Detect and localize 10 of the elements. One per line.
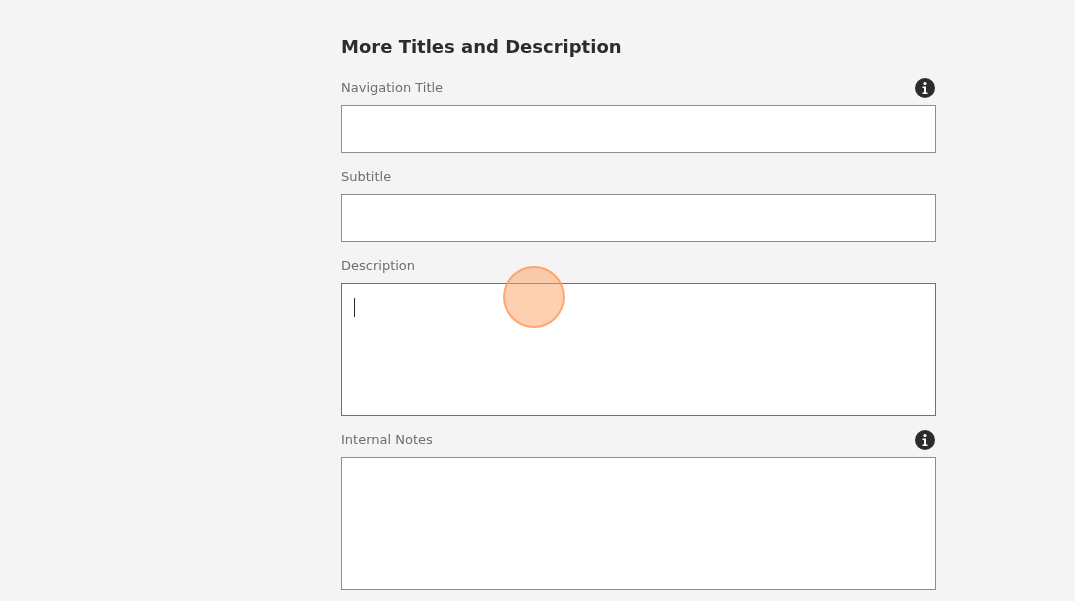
section-title: More Titles and Description — [341, 35, 623, 59]
field-label: Navigation Title — [341, 79, 444, 97]
field-label: Internal Notes — [341, 431, 433, 449]
input-field[interactable] — [341, 194, 936, 242]
input-field[interactable] — [341, 105, 936, 153]
field-label: Description — [341, 257, 416, 275]
info-icon[interactable] — [915, 78, 935, 98]
field-label: Subtitle — [341, 168, 392, 186]
info-icon[interactable] — [915, 430, 935, 450]
text-area[interactable] — [341, 283, 936, 416]
